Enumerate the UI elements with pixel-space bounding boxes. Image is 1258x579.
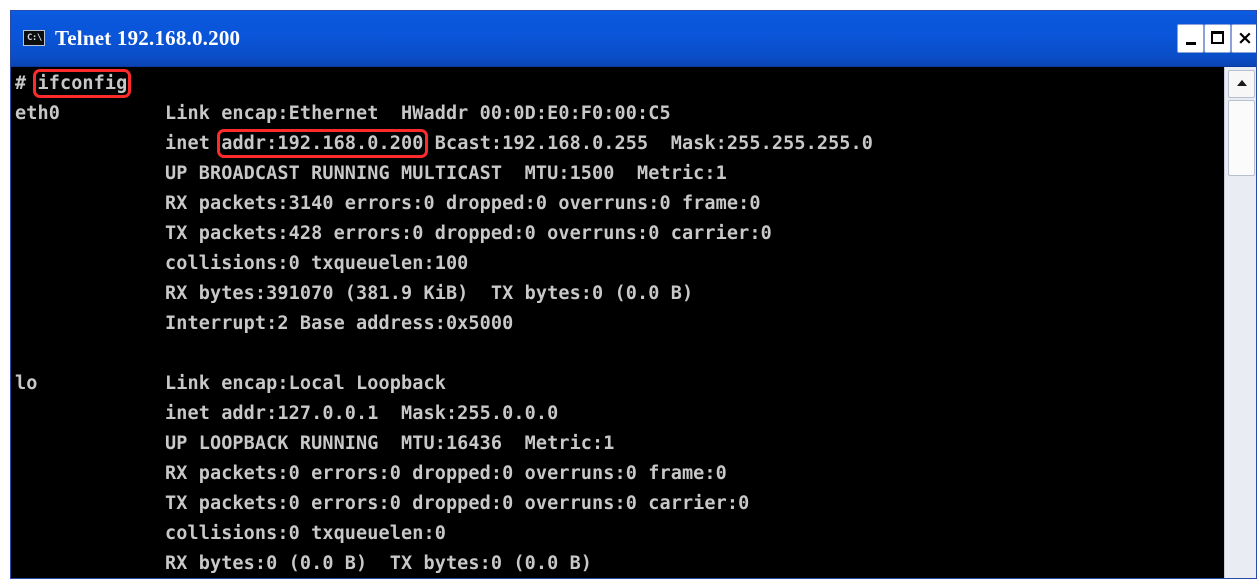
title-bar[interactable]: C:\ Telnet 192.168.0.200 × bbox=[11, 11, 1256, 67]
console-app-icon[interactable]: C:\ bbox=[23, 30, 45, 46]
lo-tx-packets: TX packets:0 errors:0 dropped:0 overruns… bbox=[165, 493, 750, 514]
minimize-icon bbox=[1186, 42, 1196, 45]
lo-flags: UP LOOPBACK RUNNING MTU:16436 Metric:1 bbox=[165, 433, 615, 454]
eth0-interrupt: Interrupt:2 Base address:0x5000 bbox=[165, 313, 514, 334]
eth0-inet-wrap: inet addr:192.168.0.200 Bcast:192.168.0.… bbox=[165, 129, 873, 159]
eth0-flags: UP BROADCAST RUNNING MULTICAST MTU:1500 … bbox=[165, 163, 727, 184]
iface-name-lo: lo bbox=[15, 373, 38, 394]
minimize-button[interactable] bbox=[1177, 24, 1204, 53]
lo-collisions: collisions:0 txqueuelen:0 bbox=[165, 523, 446, 544]
command-line: # ifconfig bbox=[15, 69, 132, 99]
command-highlight: ifconfig bbox=[33, 69, 132, 98]
up-arrow-icon bbox=[1237, 80, 1247, 86]
eth0-inet-prefix: inet bbox=[165, 133, 222, 154]
lo-inet: inet addr:127.0.0.1 Mask:255.0.0.0 bbox=[165, 403, 559, 424]
telnet-window: C:\ Telnet 192.168.0.200 × # ifconfig et… bbox=[10, 10, 1257, 579]
maximize-icon bbox=[1211, 31, 1224, 44]
eth0-bytes: RX bytes:391070 (381.9 KiB) TX bytes:0 (… bbox=[165, 283, 694, 304]
lo-rx-packets: RX packets:0 errors:0 dropped:0 overruns… bbox=[165, 463, 727, 484]
lo-link: Link encap:Local Loopback bbox=[165, 373, 446, 394]
prompt: # bbox=[15, 73, 38, 94]
app-icon-label: C:\ bbox=[27, 33, 42, 43]
scroll-up-button[interactable] bbox=[1228, 70, 1255, 98]
ip-address-highlight: addr:192.168.0.200 bbox=[217, 129, 428, 158]
eth0-collisions: collisions:0 txqueuelen:100 bbox=[165, 253, 469, 274]
eth0-inet-rest: Bcast:192.168.0.255 Mask:255.255.255.0 bbox=[423, 133, 874, 154]
close-icon: × bbox=[1237, 27, 1253, 49]
maximize-button[interactable] bbox=[1204, 24, 1231, 53]
terminal-output[interactable]: # ifconfig eth0 Link encap:Ethernet HWadd… bbox=[11, 67, 1224, 578]
eth0-link: Link encap:Ethernet HWaddr 00:0D:E0:F0:0… bbox=[165, 103, 671, 124]
iface-name-eth0: eth0 bbox=[15, 103, 60, 124]
window-title: Telnet 192.168.0.200 bbox=[55, 26, 241, 50]
eth0-rx-packets: RX packets:3140 errors:0 dropped:0 overr… bbox=[165, 193, 761, 214]
scroll-thumb[interactable] bbox=[1228, 100, 1255, 176]
eth0-tx-packets: TX packets:428 errors:0 dropped:0 overru… bbox=[165, 223, 772, 244]
vertical-scrollbar[interactable] bbox=[1224, 67, 1256, 578]
lo-bytes: RX bytes:0 (0.0 B) TX bytes:0 (0.0 B) bbox=[165, 553, 593, 574]
close-button[interactable]: × bbox=[1231, 24, 1256, 53]
